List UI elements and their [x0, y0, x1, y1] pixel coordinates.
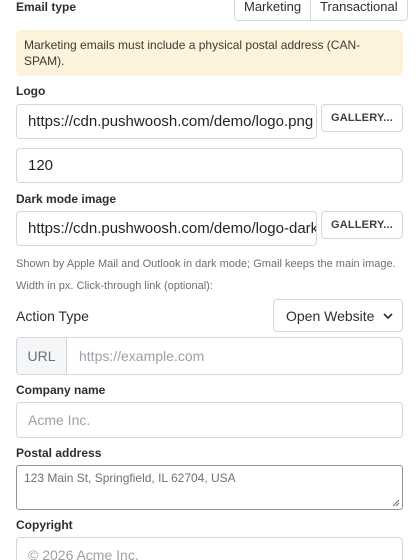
postal-address-label: Postal address [16, 446, 102, 460]
dark-mode-url-value: https://cdn.pushwoosh.com/demo/logo-dark… [28, 220, 317, 237]
dark-mode-url-input[interactable]: https://cdn.pushwoosh.com/demo/logo-dark… [16, 211, 317, 246]
chevron-down-icon [383, 312, 394, 319]
company-name-placeholder: Acme Inc. [28, 412, 91, 428]
dark-mode-gallery-label: GALLERY... [330, 219, 394, 231]
email-type-label: Email type [16, 0, 77, 14]
dark-mode-gallery-button[interactable]: GALLERY... [321, 211, 403, 239]
action-type-label: Action Type [16, 308, 89, 324]
logo-width-input[interactable]: 120 [16, 148, 403, 183]
email-type-toggle: Marketing Transactional [234, 0, 408, 21]
logo-gallery-label: GALLERY... [330, 112, 394, 124]
logo-gallery-button[interactable]: GALLERY... [321, 104, 403, 132]
copyright-placeholder: © 2026 Acme Inc. [28, 547, 139, 560]
logo-label: Logo [16, 84, 46, 98]
width-help: Width in px. Click-through link (optiona… [16, 280, 213, 292]
email-type-option-marketing[interactable]: Marketing [235, 0, 311, 20]
can-spam-warning: Marketing emails must include a physical… [16, 30, 403, 76]
postal-address-textarea[interactable]: 123 Main St, Springfield, IL 62704, USA [16, 465, 403, 510]
url-prefix: URL [17, 338, 67, 374]
copyright-input[interactable]: © 2026 Acme Inc. [16, 537, 403, 560]
company-name-input[interactable]: Acme Inc. [16, 402, 403, 438]
url-input-group: URL https://example.com [16, 337, 403, 375]
warning-text: Marketing emails must include a physical… [24, 38, 361, 68]
logo-url-value: https://cdn.pushwoosh.com/demo/logo.png [28, 113, 314, 130]
email-type-option-transactional[interactable]: Transactional [310, 0, 407, 20]
url-input[interactable]: https://example.com [67, 338, 402, 374]
action-type-selected: Open Website [286, 307, 375, 324]
copyright-label: Copyright [16, 518, 73, 532]
postal-address-placeholder: 123 Main St, Springfield, IL 62704, USA [24, 471, 236, 485]
action-type-dropdown[interactable]: Open Website [273, 299, 403, 332]
logo-width-value: 120 [28, 157, 54, 174]
dark-mode-help: Shown by Apple Mail and Outlook in dark … [16, 258, 396, 270]
dark-mode-label: Dark mode image [16, 192, 117, 206]
logo-url-input[interactable]: https://cdn.pushwoosh.com/demo/logo.png [16, 104, 317, 139]
company-name-label: Company name [16, 383, 106, 397]
resize-handle-icon[interactable] [392, 499, 400, 507]
